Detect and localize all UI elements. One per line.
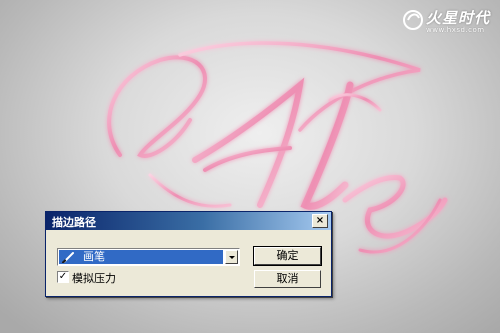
simulate-pressure-label[interactable]: 模拟压力 [72,270,116,286]
simulate-pressure-checkbox[interactable]: ✓ [57,271,69,283]
tool-select-label: 画笔 [83,250,105,263]
watermark: 火星时代 www.hxsd.com [400,5,496,39]
chevron-down-icon[interactable] [225,250,238,264]
dialog-titlebar[interactable]: 描边路径 × [46,212,331,230]
letter-a-loop [107,55,207,158]
watermark-title: 火星时代 [426,9,491,27]
brush-icon [62,252,74,263]
cancel-button[interactable]: 取消 [254,270,321,288]
left-swash [148,173,232,208]
watermark-url: www.hxsd.com [426,26,485,34]
letter-e [342,174,448,239]
close-button[interactable]: × [312,214,328,228]
tool-select[interactable]: 画笔 [57,248,240,266]
ok-button[interactable]: 确定 [253,246,322,266]
stroke-path-dialog: 描边路径 × 画笔 ✓ 模拟压力 确定 取消 [45,211,332,297]
letter-a-stroke-1 [192,77,305,208]
tool-select-value: 画笔 [59,250,223,264]
letter-l-top [328,93,382,112]
hxsd-logo-icon [403,10,423,30]
dialog-title: 描边路径 [52,216,96,229]
